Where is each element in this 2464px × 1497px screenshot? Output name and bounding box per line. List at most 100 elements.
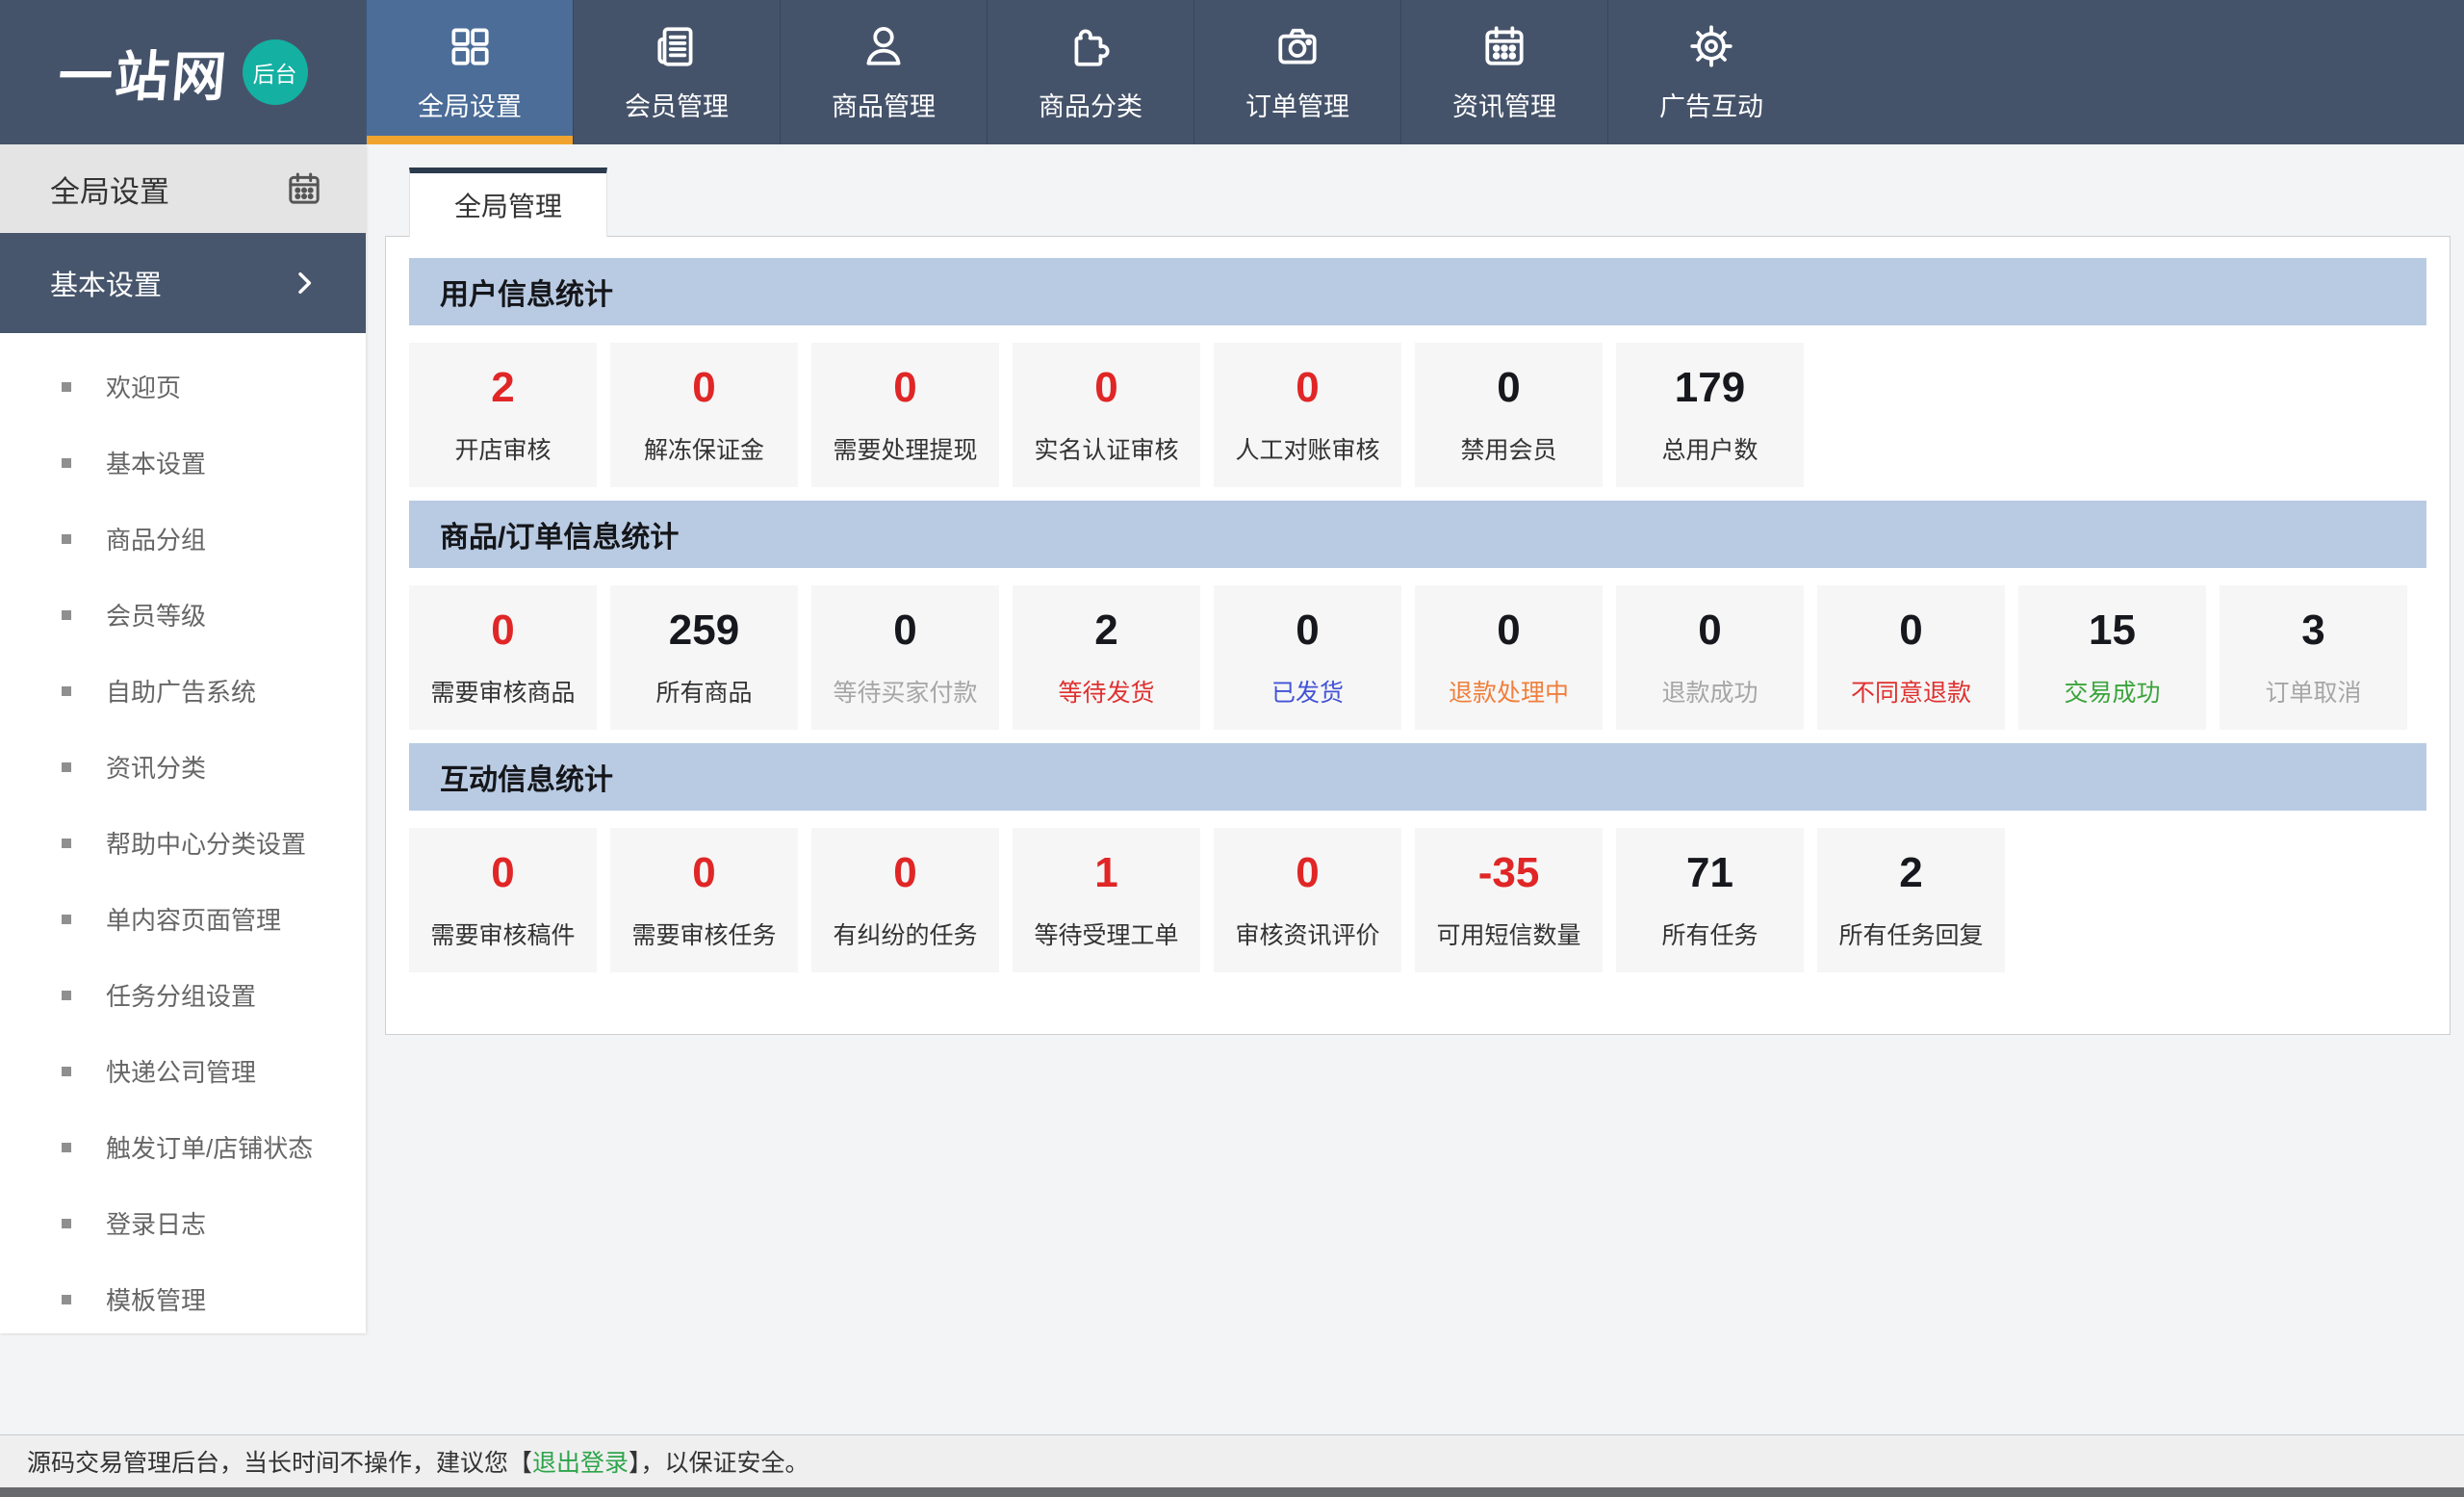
stat-value: 0	[893, 607, 917, 654]
nav-tab-2[interactable]: 会员管理	[573, 0, 780, 144]
stat-cell[interactable]: 0 退款成功	[1616, 585, 1804, 730]
grid-icon	[446, 22, 494, 70]
sidebar-group-label: 基本设置	[50, 271, 163, 301]
bullet-icon	[62, 914, 71, 924]
stat-cell[interactable]: 15 交易成功	[2018, 585, 2206, 730]
stat-label: 所有任务回复	[1838, 922, 1984, 949]
sidebar-header: 全局设置	[0, 144, 366, 233]
gear-icon	[1687, 22, 1735, 70]
stat-value: 0	[491, 607, 515, 654]
stat-label: 禁用会员	[1460, 437, 1557, 464]
section-title: 商品/订单信息统计	[409, 501, 2426, 568]
sidebar-item[interactable]: 快递公司管理	[0, 1033, 366, 1109]
stat-label: 退款处理中	[1448, 680, 1569, 707]
nav-tab-4[interactable]: 商品分类	[987, 0, 1194, 144]
stat-cell[interactable]: 0 实名认证审核	[1013, 343, 1200, 487]
stat-value: 0	[893, 364, 917, 411]
sidebar-item[interactable]: 商品分组	[0, 501, 366, 577]
stat-cell[interactable]: 3 订单取消	[2220, 585, 2407, 730]
nav-tab-label: 商品分类	[1039, 91, 1142, 121]
stat-label: 需要审核任务	[631, 922, 777, 949]
stat-value: 0	[1296, 607, 1320, 654]
sidebar-item[interactable]: 会员等级	[0, 577, 366, 653]
stat-cell[interactable]: 259 所有商品	[610, 585, 798, 730]
stat-cell[interactable]: 0 不同意退款	[1817, 585, 2005, 730]
stat-value: 0	[893, 849, 917, 896]
sidebar-item[interactable]: 任务分组设置	[0, 957, 366, 1033]
stat-cell[interactable]: 0 解冻保证金	[610, 343, 798, 487]
nav-tab-5[interactable]: 订单管理	[1194, 0, 1400, 144]
stat-cell[interactable]: 179 总用户数	[1616, 343, 1804, 487]
stat-label: 实名认证审核	[1034, 437, 1179, 464]
stat-cell[interactable]: -35 可用短信数量	[1415, 828, 1603, 972]
stat-label: 需要审核稿件	[430, 922, 576, 949]
stat-cell[interactable]: 0 人工对账审核	[1214, 343, 1401, 487]
logout-link[interactable]: 退出登录	[532, 1444, 629, 1479]
nav-tab-1[interactable]: 全局设置	[366, 0, 573, 144]
bullet-icon	[62, 761, 71, 772]
stat-cell[interactable]: 0 有纠纷的任务	[811, 828, 999, 972]
sidebar-group-basic-settings[interactable]: 基本设置	[0, 233, 366, 333]
sidebar-item[interactable]: 资讯分类	[0, 729, 366, 805]
footer-text-before: 源码交易管理后台，当长时间不操作，建议您【	[27, 1450, 533, 1477]
stat-value: 259	[668, 607, 740, 654]
sidebar-item[interactable]: 触发订单/店铺状态	[0, 1109, 366, 1185]
bullet-icon	[62, 1218, 71, 1228]
nav-tab-label: 商品管理	[832, 91, 936, 121]
section-title: 用户信息统计	[409, 258, 2426, 325]
stat-cell[interactable]: 1 等待受理工单	[1013, 828, 1200, 972]
camera-icon	[1273, 22, 1322, 70]
sidebar-item[interactable]: 自助广告系统	[0, 653, 366, 729]
sidebar-item-label: 商品分组	[106, 526, 207, 555]
stat-cell[interactable]: 0 审核资讯评价	[1214, 828, 1401, 972]
stat-cell[interactable]: 0 禁用会员	[1415, 343, 1603, 487]
sidebar-item[interactable]: 欢迎页	[0, 348, 366, 425]
sidebar-item[interactable]: 登录日志	[0, 1185, 366, 1261]
sidebar-item[interactable]: 单内容页面管理	[0, 881, 366, 957]
stat-cell[interactable]: 71 所有任务	[1616, 828, 1804, 972]
stat-value: 1	[1094, 849, 1118, 896]
chevron-right-icon	[289, 268, 320, 298]
stat-cell[interactable]: 0 需要审核商品	[409, 585, 597, 730]
tab-global-management[interactable]: 全局管理	[409, 168, 607, 237]
stat-label: 不同意退款	[1850, 680, 1971, 707]
stat-cell[interactable]: 0 已发货	[1214, 585, 1401, 730]
stat-cell[interactable]: 0 需要处理提现	[811, 343, 999, 487]
nav-tab-label: 全局设置	[418, 91, 522, 121]
stat-value: 0	[1296, 849, 1320, 896]
stat-cell[interactable]: 2 开店审核	[409, 343, 597, 487]
sidebar-item[interactable]: 基本设置	[0, 425, 366, 501]
sidebar-items: 欢迎页基本设置商品分组会员等级自助广告系统 资讯分类 帮助中心分类设置 单内容页面管理…	[0, 333, 366, 1333]
stat-value: -35	[1477, 849, 1540, 896]
sidebar-item-label: 欢迎页	[106, 374, 182, 402]
sidebar-item[interactable]: 模板管理	[0, 1261, 366, 1333]
sidebar-item-label: 会员等级	[106, 602, 207, 631]
stat-cell[interactable]: 2 等待发货	[1013, 585, 1200, 730]
nav-tab-6[interactable]: 资讯管理	[1400, 0, 1607, 144]
stat-label: 解冻保证金	[643, 437, 764, 464]
stat-cell[interactable]: 0 退款处理中	[1415, 585, 1603, 730]
bullet-icon	[62, 838, 71, 848]
stat-label: 交易成功	[2064, 680, 2161, 707]
sidebar-item-label: 登录日志	[106, 1210, 207, 1239]
stat-row: 0 需要审核商品 259 所有商品 0 等待买家付款 2 等待发货 0 已发货 0 退款处理中 0 退款成…	[409, 585, 2426, 730]
news-icon	[653, 22, 701, 70]
nav-tabs: 全局设置 会员管理 商品管理 商品分类 订单管理 资讯管理 广告互动	[366, 0, 1814, 144]
stat-cell[interactable]: 2 所有任务回复	[1817, 828, 2005, 972]
stat-value: 2	[491, 364, 515, 411]
bullet-icon	[62, 381, 71, 392]
nav-tab-7[interactable]: 广告互动	[1607, 0, 1814, 144]
sidebar-item[interactable]: 帮助中心分类设置	[0, 805, 366, 881]
stat-cell[interactable]: 0 需要审核任务	[610, 828, 798, 972]
nav-tab-3[interactable]: 商品管理	[780, 0, 987, 144]
bullet-icon	[62, 1294, 71, 1304]
stat-value: 179	[1674, 364, 1746, 411]
stat-label: 退款成功	[1661, 680, 1758, 707]
stat-label: 等待发货	[1058, 680, 1155, 707]
nav-tab-label: 订单管理	[1245, 91, 1349, 121]
stat-cell[interactable]: 0 需要审核稿件	[409, 828, 597, 972]
brand-logo-text: 一站网	[55, 45, 231, 107]
stat-value: 71	[1686, 849, 1733, 896]
sidebar-item-label: 模板管理	[106, 1286, 207, 1315]
stat-cell[interactable]: 0 等待买家付款	[811, 585, 999, 730]
